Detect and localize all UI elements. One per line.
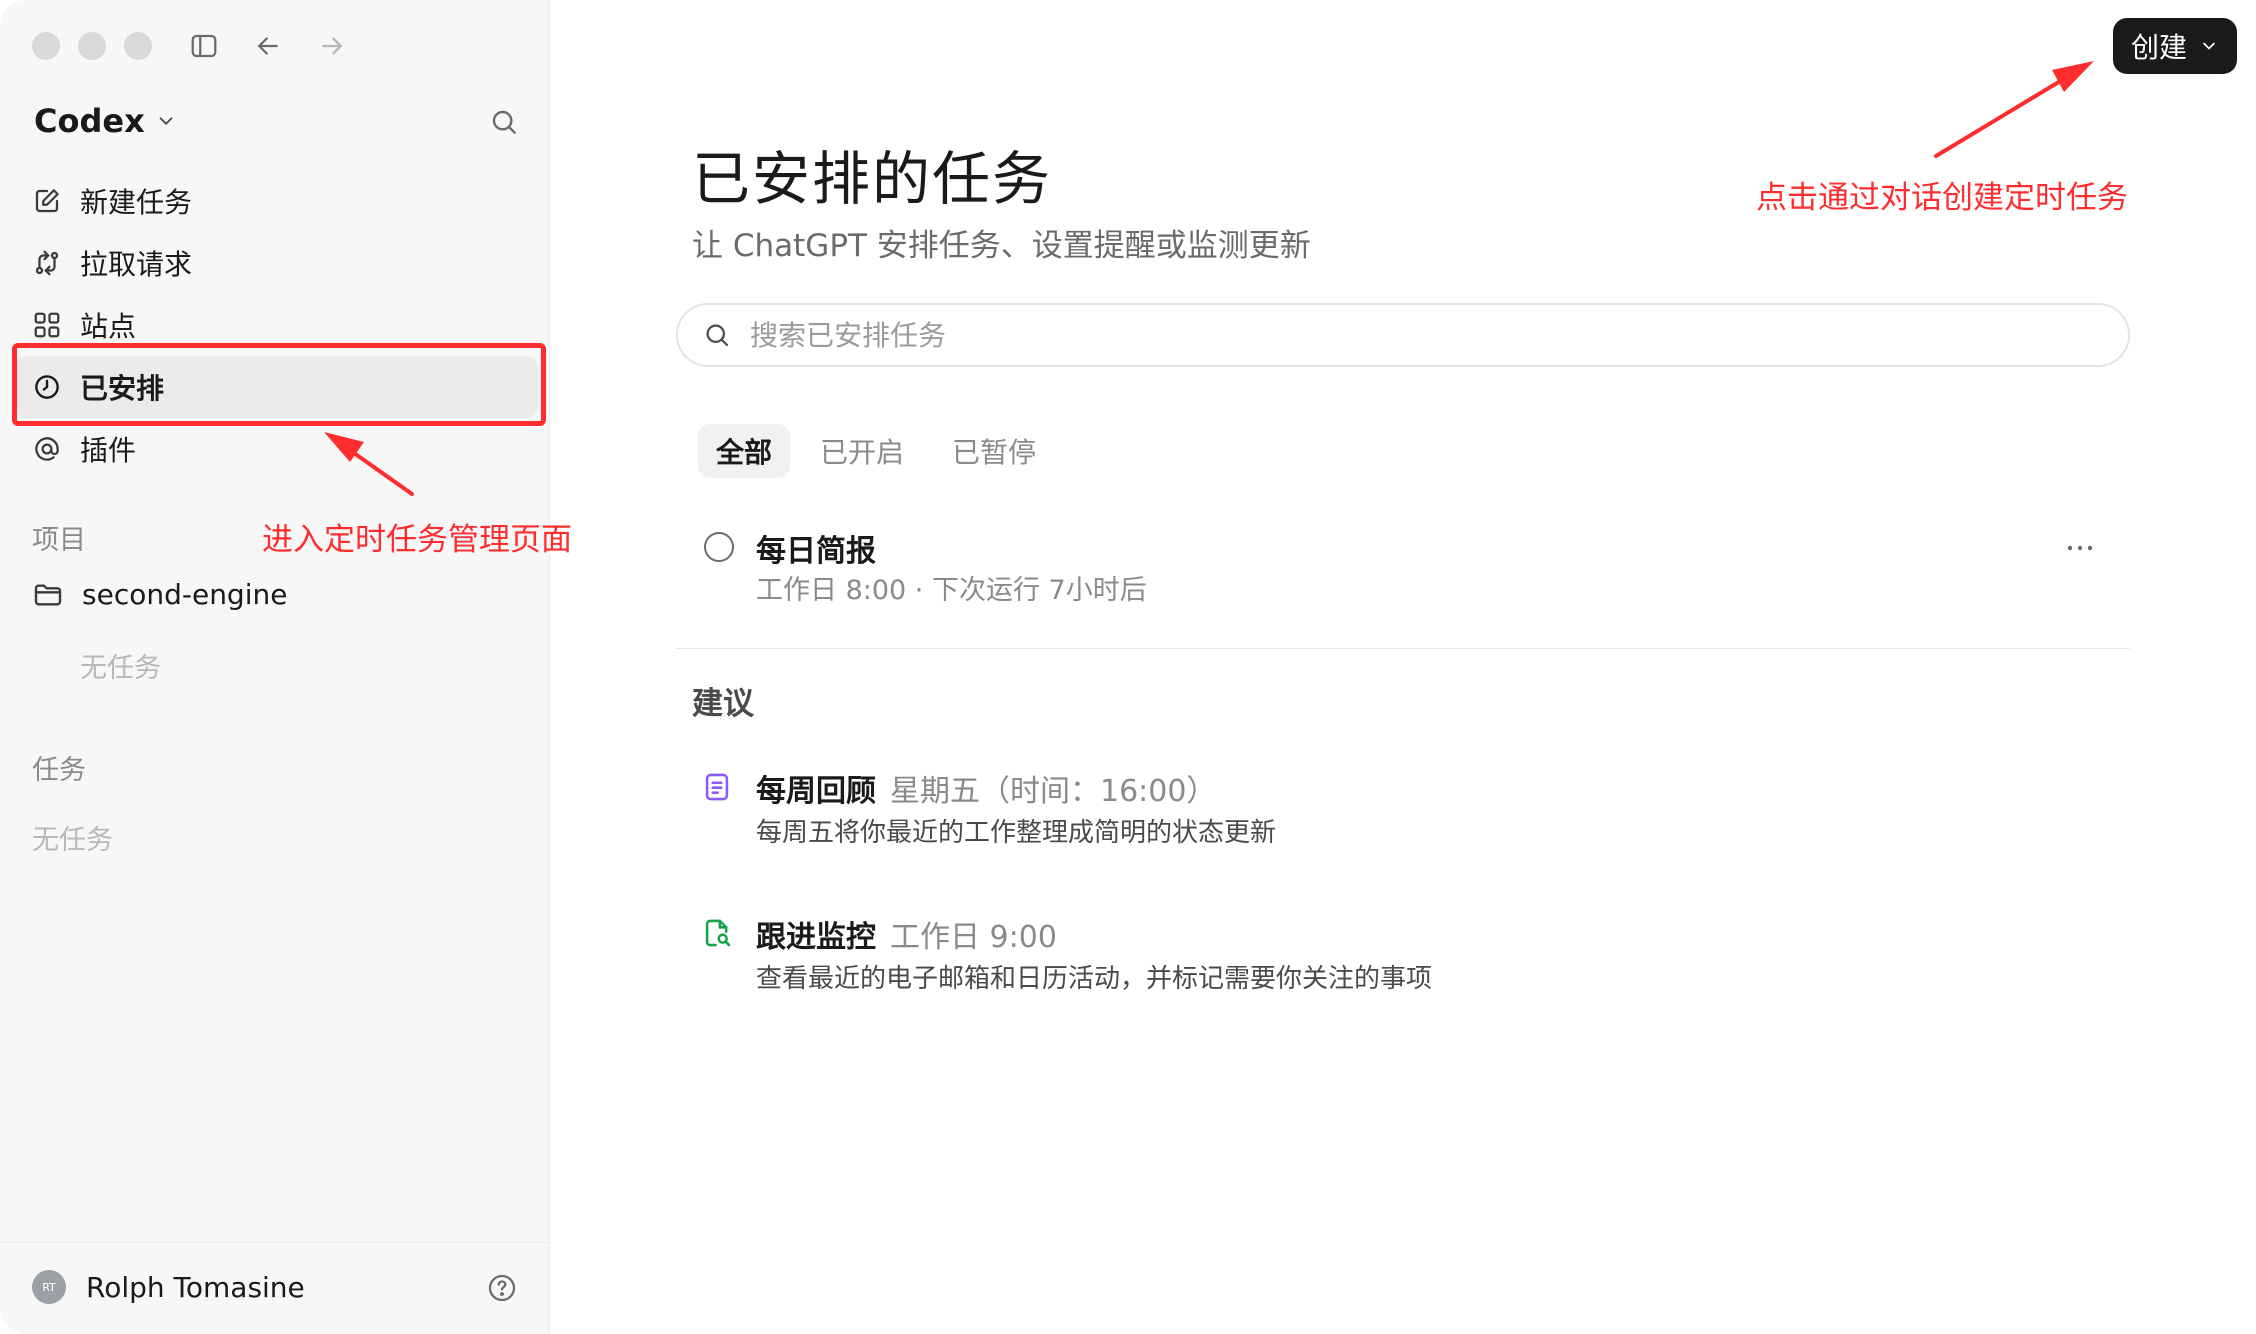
task-toggle-radio[interactable] xyxy=(704,532,734,562)
sidebar-item-label: 拉取请求 xyxy=(80,248,193,281)
zoom-window-button[interactable] xyxy=(124,32,152,60)
section-divider xyxy=(676,648,2130,649)
sidebar-nav: 新建任务 拉取请求 站点 已安排 插件 xyxy=(14,170,538,480)
search-icon xyxy=(706,324,729,347)
window-controls xyxy=(32,32,152,60)
annotation-highlight-box xyxy=(12,343,546,426)
search-icon[interactable] xyxy=(488,106,520,138)
avatar: RT xyxy=(32,1270,66,1304)
suggestion-schedule: 星期五（时间：16:00） xyxy=(890,774,1217,809)
folder-icon xyxy=(34,583,62,606)
create-button[interactable]: 创建 xyxy=(2113,18,2238,74)
tab-paused[interactable]: 已暂停 xyxy=(934,424,1054,478)
help-icon[interactable] xyxy=(486,1272,518,1304)
plugin-icon xyxy=(35,437,59,461)
tab-enabled[interactable]: 已开启 xyxy=(802,424,922,478)
close-window-button[interactable] xyxy=(32,32,60,60)
app-window: Codex 新建任务 拉取请求 站点 已安排 插件 项目 second-engi… xyxy=(0,0,2256,1334)
document-icon xyxy=(705,773,729,801)
tasks-heading: 任务 xyxy=(32,755,86,786)
workspace-switcher[interactable]: Codex xyxy=(34,102,177,140)
edit-icon xyxy=(35,189,59,213)
file-search-icon xyxy=(705,919,731,947)
search-bar xyxy=(676,303,2130,367)
project-empty-text: 无任务 xyxy=(80,653,161,684)
more-options-icon[interactable] xyxy=(2060,536,2100,560)
filter-tabs: 全部 已开启 已暂停 xyxy=(698,424,1054,478)
user-name: Rolph Tomasine xyxy=(86,1270,305,1304)
project-item[interactable]: second-engine xyxy=(32,578,287,611)
suggestion-name: 每周回顾 xyxy=(756,774,876,809)
tasks-empty-text: 无任务 xyxy=(32,825,113,856)
create-button-label: 创建 xyxy=(2131,31,2188,64)
sidebar-item-new-task[interactable]: 新建任务 xyxy=(14,170,538,232)
chevron-down-icon xyxy=(2203,42,2215,50)
sidebar-item-plugins[interactable]: 插件 xyxy=(14,418,538,480)
chevron-down-icon xyxy=(159,117,173,126)
suggestion-name: 跟进监控 xyxy=(756,920,876,955)
suggestion-description: 每周五将你最近的工作整理成简明的状态更新 xyxy=(756,818,1277,848)
annotation-create-note: 点击通过对话创建定时任务 xyxy=(1756,180,2128,216)
search-input[interactable] xyxy=(750,318,2050,352)
project-name: second-engine xyxy=(82,578,288,611)
page-title: 已安排的任务 xyxy=(692,145,1053,213)
suggestions-heading: 建议 xyxy=(692,686,754,722)
sidebar-item-label: 站点 xyxy=(80,310,137,343)
grid-icon xyxy=(34,312,60,338)
sidebar: Codex 新建任务 拉取请求 站点 已安排 插件 项目 second-engi… xyxy=(0,0,550,1334)
brand-name: Codex xyxy=(34,102,145,140)
suggestion-schedule: 工作日 9:00 xyxy=(890,920,1057,955)
projects-heading: 项目 xyxy=(32,525,86,556)
sidebar-item-label: 新建任务 xyxy=(80,186,193,219)
task-schedule: 工作日 8:00 · 下次运行 7小时后 xyxy=(756,575,1147,606)
pull-request-icon xyxy=(35,250,59,276)
page-subtitle: 让 ChatGPT 安排任务、设置提醒或监测更新 xyxy=(692,228,1311,264)
suggestion-description: 查看最近的电子邮箱和日历活动，并标记需要你关注的事项 xyxy=(756,964,1433,994)
tab-all[interactable]: 全部 xyxy=(698,424,791,478)
forward-arrow-icon[interactable] xyxy=(314,28,350,64)
annotation-sidebar-note: 进入定时任务管理页面 xyxy=(262,522,572,558)
user-profile[interactable]: RT Rolph Tomasine xyxy=(32,1270,305,1304)
sidebar-item-label: 插件 xyxy=(80,434,137,467)
task-name: 每日简报 xyxy=(756,534,876,569)
sidebar-toggle-icon[interactable] xyxy=(186,28,222,64)
sidebar-item-pull-requests[interactable]: 拉取请求 xyxy=(14,232,538,294)
minimize-window-button[interactable] xyxy=(78,32,106,60)
back-arrow-icon[interactable] xyxy=(250,28,286,64)
sidebar-footer-divider xyxy=(0,1242,550,1243)
